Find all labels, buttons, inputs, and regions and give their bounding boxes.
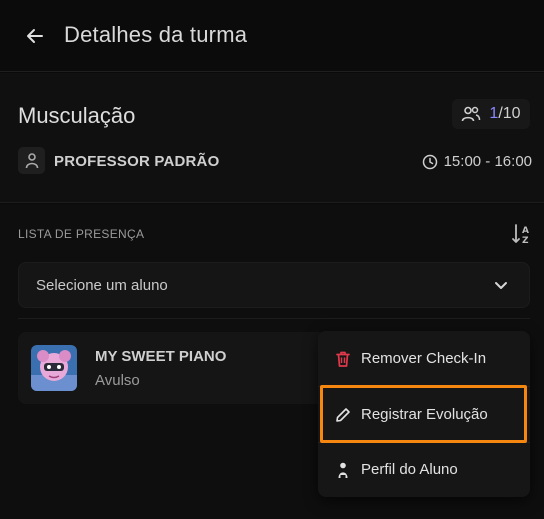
professor-avatar bbox=[18, 147, 45, 174]
pencil-icon bbox=[336, 408, 350, 422]
top-bar: Detalhes da turma bbox=[0, 0, 544, 72]
student-name: MY SWEET PIANO bbox=[95, 348, 227, 365]
student-avatar bbox=[31, 345, 77, 391]
user-icon bbox=[338, 462, 348, 478]
student-select-placeholder: Selecione um aluno bbox=[36, 277, 168, 294]
professor-name: PROFESSOR PADRÃO bbox=[54, 153, 220, 170]
trash-icon bbox=[336, 351, 350, 367]
svg-text:Z: Z bbox=[522, 236, 529, 246]
menu-item-student-profile[interactable]: Perfil do Aluno bbox=[318, 442, 530, 497]
schedule-text: 15:00 - 16:00 bbox=[443, 153, 532, 170]
student-avatar-image bbox=[31, 345, 77, 391]
clock-icon bbox=[422, 154, 437, 169]
menu-item-register-evolution[interactable]: Registrar Evolução bbox=[318, 387, 530, 442]
users-icon bbox=[462, 106, 481, 122]
page-title: Detalhes da turma bbox=[64, 22, 248, 47]
class-info-card: Musculação 1 /10 PROFESSOR PADRÃO 15:00 bbox=[0, 73, 544, 203]
student-type: Avulso bbox=[95, 372, 140, 389]
chevron-down-icon bbox=[495, 282, 507, 289]
menu-item-remove-checkin[interactable]: Remover Check-In bbox=[318, 331, 530, 386]
user-icon bbox=[25, 152, 38, 168]
menu-item-label: Remover Check-In bbox=[361, 350, 487, 367]
back-button[interactable] bbox=[22, 24, 48, 48]
sort-button[interactable]: A Z bbox=[511, 222, 533, 246]
menu-item-label: Registrar Evolução bbox=[361, 406, 488, 423]
student-actions-menu: Remover Check-In Registrar Evolução Perf… bbox=[318, 331, 530, 497]
student-select[interactable]: Selecione um aluno bbox=[18, 262, 530, 308]
divider bbox=[18, 318, 530, 319]
capacity-current: 1 bbox=[489, 105, 499, 122]
capacity-badge: 1 /10 bbox=[452, 99, 530, 129]
class-name: Musculação bbox=[18, 103, 136, 128]
svg-text:A: A bbox=[522, 226, 529, 236]
capacity-total: /10 bbox=[498, 105, 521, 122]
menu-item-label: Perfil do Aluno bbox=[361, 461, 458, 478]
attendance-label: LISTA DE PRESENÇA bbox=[18, 227, 145, 241]
arrow-left-icon bbox=[27, 29, 43, 43]
page: Detalhes da turma Musculação 1 /10 PROFE… bbox=[0, 0, 544, 519]
schedule-time: 15:00 - 16:00 bbox=[422, 153, 532, 170]
sort-az-icon: A Z bbox=[512, 224, 529, 246]
